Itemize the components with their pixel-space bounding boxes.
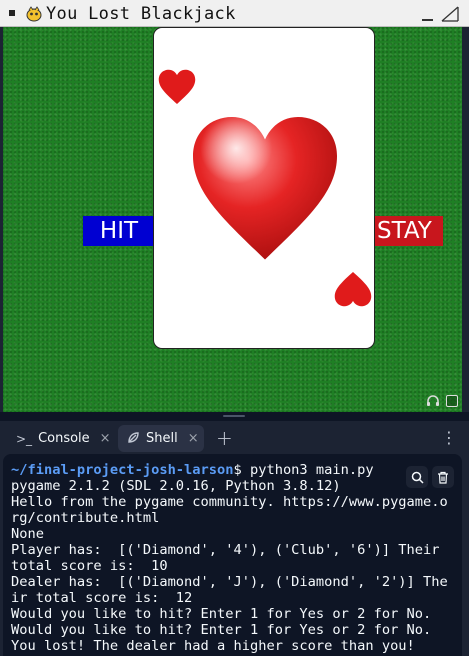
window-menu-icon[interactable] <box>9 10 15 16</box>
shell-line: Player has: [('Diamond', '4'), ('Club', … <box>11 542 448 574</box>
game-canvas[interactable]: HIT STAY <box>3 27 462 412</box>
shell-line: Would you like to hit? Enter 1 for Yes o… <box>11 622 432 638</box>
shell-line: None <box>11 526 44 542</box>
tab-bar: >_ Console × Shell × <box>0 421 469 454</box>
more-options-icon[interactable]: ⋮ <box>441 428 457 447</box>
square-icon[interactable] <box>446 394 458 407</box>
search-icon[interactable] <box>406 466 428 488</box>
prompt-command: $ python3 main.py <box>233 462 374 478</box>
prompt-path: ~/final-project-josh-larson <box>11 462 234 478</box>
card-bottom-heart-icon <box>334 272 372 307</box>
tab-shell[interactable]: Shell × <box>118 425 204 452</box>
game-status-icons <box>426 394 458 407</box>
shell-line: Hello from the pygame community. https:/… <box>11 494 448 526</box>
card-center-heart-icon <box>193 117 337 260</box>
shell-pane[interactable]: ~/final-project-josh-larson$ python3 mai… <box>3 454 462 656</box>
maximize-icon[interactable] <box>441 6 459 22</box>
card-top-heart-icon <box>158 69 196 104</box>
close-icon[interactable]: × <box>188 431 199 446</box>
trash-icon[interactable] <box>432 466 454 488</box>
shell-line: pygame 2.1.2 (SDL 2.0.16, Python 3.8.12) <box>11 478 341 494</box>
tab-console-label: Console <box>38 431 90 446</box>
hit-button[interactable]: HIT <box>83 216 155 246</box>
pygame-logo-icon <box>26 6 42 22</box>
shell-line: Dealer has: [('Diamond', 'J'), ('Diamond… <box>11 574 457 606</box>
shell-icon <box>127 431 140 447</box>
add-tab-icon[interactable]: + <box>216 426 233 450</box>
tab-console[interactable]: >_ Console × <box>16 425 111 452</box>
stay-button[interactable]: STAY <box>373 216 443 246</box>
close-icon[interactable]: × <box>100 431 111 446</box>
headphones-icon[interactable] <box>426 394 440 407</box>
window-titlebar[interactable]: You Lost Blackjack <box>0 0 469 27</box>
minimize-icon[interactable] <box>422 19 433 21</box>
shell-output: ~/final-project-josh-larson$ python3 mai… <box>11 462 451 654</box>
resize-grip-icon[interactable] <box>223 415 245 417</box>
playing-card <box>153 27 375 349</box>
shell-line: Would you like to hit? Enter 1 for Yes o… <box>11 606 432 622</box>
window-title: You Lost Blackjack <box>46 4 236 24</box>
tab-shell-label: Shell <box>146 431 178 446</box>
shell-line: You lost! The dealer had a higher score … <box>11 638 415 654</box>
shell-toolbar <box>406 466 454 488</box>
terminal-icon: >_ <box>16 431 33 446</box>
